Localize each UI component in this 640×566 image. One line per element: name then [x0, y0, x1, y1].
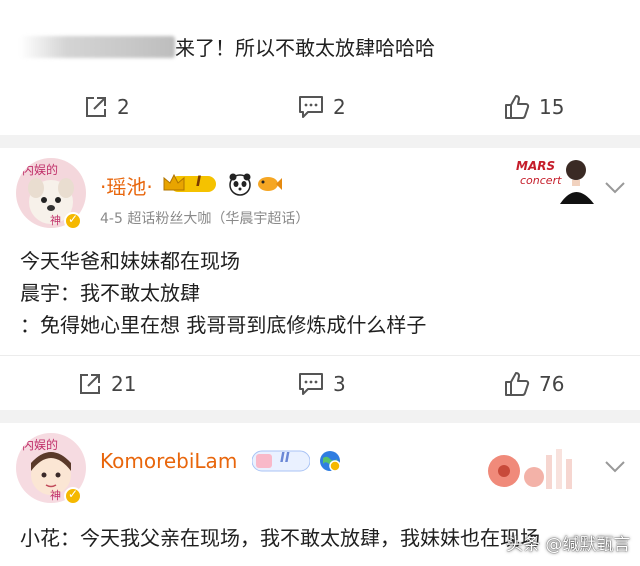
comment-card: 内娱的 神 ·瑶池· I 4-5 超话粉丝大咖（华晨宇超话） MARS conc… [0, 148, 640, 410]
username[interactable]: KomorebiLam [100, 449, 237, 473]
repost-icon [78, 372, 102, 396]
verified-badge-icon [64, 487, 82, 505]
like-button[interactable]: 76 [504, 366, 564, 402]
repost-icon [84, 95, 108, 119]
separator [0, 135, 640, 148]
crown-level-badge-icon: I [162, 172, 218, 196]
divider [0, 355, 640, 356]
comment-button[interactable]: 3 [298, 366, 346, 402]
repost-count: 21 [111, 372, 137, 396]
like-button[interactable]: 15 [504, 89, 564, 125]
verified-badge-icon [64, 212, 82, 230]
comment-line: 晨宇：我不敢太放肆 [20, 281, 200, 305]
comment-count: 3 [333, 372, 346, 396]
mars-concert-card-icon[interactable]: MARS concert [514, 152, 598, 204]
svg-text:concert: concert [520, 174, 562, 187]
globe-icon [318, 449, 342, 477]
flower-decoration-icon [480, 435, 586, 497]
like-icon [504, 94, 530, 120]
repost-button[interactable]: 2 [84, 89, 130, 125]
chevron-down-icon[interactable] [604, 459, 626, 473]
svg-text:神: 神 [50, 488, 61, 502]
comment-button[interactable]: 2 [298, 89, 346, 125]
level-text: I [196, 174, 202, 190]
comment-meta: 4-5 超话粉丝大咖（华晨宇超话） [100, 211, 310, 227]
comment-line: ：免得她心里在想 我哥哥到底修炼成什么样子 [20, 313, 427, 337]
post-actions: 2 2 15 [0, 89, 640, 125]
separator [0, 410, 640, 423]
level-text: II [280, 451, 290, 466]
chevron-down-icon[interactable] [604, 180, 626, 194]
svg-text:神: 神 [50, 213, 61, 227]
fish-icon [256, 174, 282, 198]
comment-icon [298, 95, 324, 119]
comment-actions: 21 3 76 [0, 366, 640, 402]
panda-icon [228, 172, 252, 200]
repost-button[interactable]: 21 [78, 366, 136, 402]
username[interactable]: ·瑶池· [100, 171, 153, 200]
like-icon [504, 371, 530, 397]
repost-count: 2 [117, 95, 130, 119]
member-level-badge-icon: II [251, 450, 311, 472]
watermark: 头条 @缄默甄言 [506, 535, 631, 555]
like-count: 76 [539, 372, 565, 396]
svg-text:内娱的: 内娱的 [22, 437, 58, 452]
comment-line: 今天华爸和妹妹都在现场 [20, 249, 240, 273]
blurred-text [20, 36, 175, 58]
post-text: 来了！所以不敢太放肆哈哈哈 [20, 33, 435, 63]
comment-count: 2 [333, 95, 346, 119]
post-card: 来了！所以不敢太放肆哈哈哈 2 2 15 [0, 0, 640, 135]
svg-text:MARS: MARS [516, 159, 555, 173]
comment-line: 小花：今天我父亲在现场，我不敢太放肆，我妹妹也在现场 [20, 526, 540, 550]
svg-text:内娱的: 内娱的 [22, 162, 58, 177]
comment-icon [298, 372, 324, 396]
like-count: 15 [539, 95, 565, 119]
